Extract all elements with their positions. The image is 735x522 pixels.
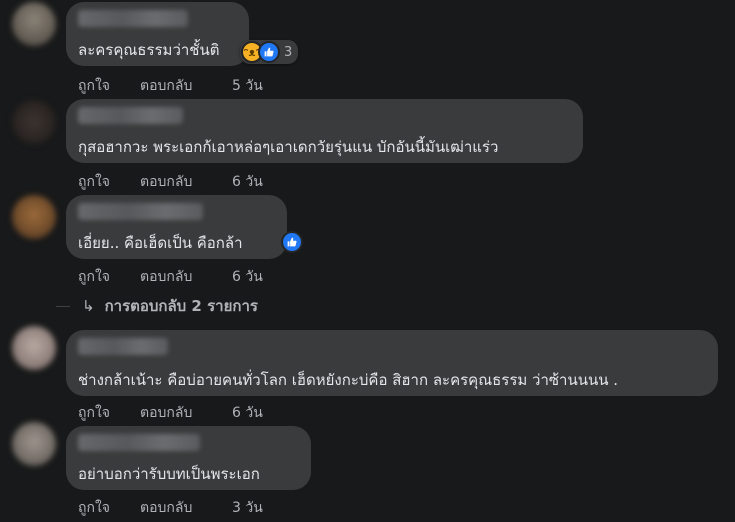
comment-text: อย่าบอกว่ารับบทเป็นพระเอก bbox=[78, 465, 260, 483]
timestamp-link[interactable]: 6 วัน bbox=[232, 266, 263, 288]
reply-button[interactable]: ตอบกลับ bbox=[140, 402, 232, 424]
commenter-name-blurred[interactable] bbox=[78, 10, 188, 27]
timestamp-link[interactable]: 3 วัน bbox=[232, 497, 263, 519]
view-replies-link[interactable]: ↳ การตอบกลับ 2 รายการ bbox=[56, 294, 258, 318]
avatar[interactable] bbox=[12, 2, 56, 46]
avatar[interactable] bbox=[12, 100, 56, 144]
replies-count-label: การตอบกลับ 2 รายการ bbox=[104, 297, 258, 315]
reaction-summary[interactable] bbox=[281, 231, 303, 253]
like-button[interactable]: ถูกใจ bbox=[78, 497, 140, 519]
reaction-count: 3 bbox=[284, 44, 293, 60]
like-button[interactable]: ถูกใจ bbox=[78, 266, 140, 288]
comment-text: ละครคุณธรรมว่าชั้นติ bbox=[78, 41, 220, 59]
comment-bubble: กุสอฮากวะ พระเอกก้เอาหล่อๆเอาเดกวัยรุ่นแ… bbox=[66, 99, 583, 163]
comment-bubble: เอี่ยย.. คือเฮ็ดเป็น คือกล้า bbox=[66, 195, 287, 259]
comment-actions: ถูกใจ ตอบกลับ 3 วัน bbox=[78, 497, 263, 519]
like-icon bbox=[281, 231, 303, 253]
reply-button[interactable]: ตอบกลับ bbox=[140, 171, 232, 193]
comment-actions: ถูกใจ ตอบกลับ 5 วัน bbox=[78, 75, 263, 97]
comment-actions: ถูกใจ ตอบกลับ 6 วัน bbox=[78, 402, 263, 424]
like-button[interactable]: ถูกใจ bbox=[78, 402, 140, 424]
reaction-summary[interactable]: ᵔᴥᵔ 3 bbox=[240, 40, 299, 64]
like-button[interactable]: ถูกใจ bbox=[78, 171, 140, 193]
timestamp-link[interactable]: 6 วัน bbox=[232, 402, 263, 424]
commenter-name-blurred[interactable] bbox=[78, 338, 168, 355]
avatar[interactable] bbox=[12, 326, 56, 370]
reply-arrow-icon: ↳ bbox=[82, 297, 95, 315]
reply-button[interactable]: ตอบกลับ bbox=[140, 497, 232, 519]
like-button[interactable]: ถูกใจ bbox=[78, 75, 140, 97]
comment-bubble: อย่าบอกว่ารับบทเป็นพระเอก bbox=[66, 426, 311, 490]
timestamp-link[interactable]: 5 วัน bbox=[232, 75, 263, 97]
avatar[interactable] bbox=[12, 422, 56, 466]
reply-button[interactable]: ตอบกลับ bbox=[140, 266, 232, 288]
like-icon bbox=[258, 41, 280, 63]
comment-bubble: ช่างกล้าเน้าะ คือบ่อายคนทั่วโลก เฮ็ดหยัง… bbox=[66, 330, 718, 396]
comment-actions: ถูกใจ ตอบกลับ 6 วัน bbox=[78, 266, 263, 288]
thread-line bbox=[56, 305, 70, 307]
commenter-name-blurred[interactable] bbox=[78, 434, 200, 451]
commenter-name-blurred[interactable] bbox=[78, 107, 183, 124]
timestamp-link[interactable]: 6 วัน bbox=[232, 171, 263, 193]
avatar[interactable] bbox=[12, 195, 56, 239]
comment-actions: ถูกใจ ตอบกลับ 6 วัน bbox=[78, 171, 263, 193]
reply-button[interactable]: ตอบกลับ bbox=[140, 75, 232, 97]
comment-text: เอี่ยย.. คือเฮ็ดเป็น คือกล้า bbox=[78, 234, 243, 252]
comment-bubble: ละครคุณธรรมว่าชั้นติ bbox=[66, 2, 249, 66]
comment-text: ช่างกล้าเน้าะ คือบ่อายคนทั่วโลก เฮ็ดหยัง… bbox=[78, 371, 619, 389]
comment-text: กุสอฮากวะ พระเอกก้เอาหล่อๆเอาเดกวัยรุ่นแ… bbox=[78, 138, 499, 156]
commenter-name-blurred[interactable] bbox=[78, 203, 203, 220]
